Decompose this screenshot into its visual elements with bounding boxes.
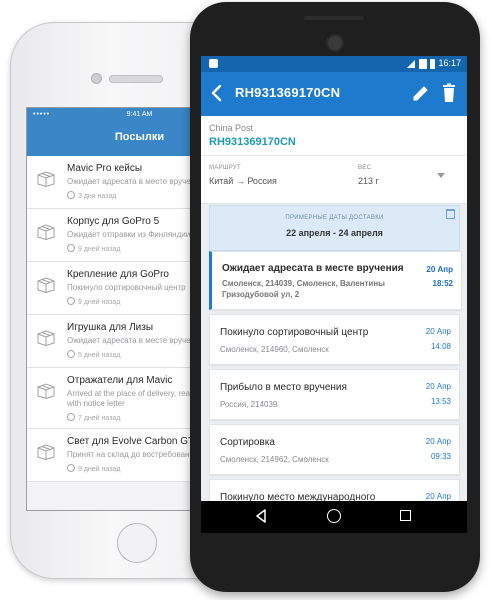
battery-icon bbox=[430, 59, 435, 69]
parcel-time-label: 9 дней назад bbox=[78, 246, 121, 253]
clock-icon bbox=[67, 464, 75, 472]
event-date: 20 Апр bbox=[426, 265, 453, 274]
parcel-info-card: China Post RH931369170CN МАРШРУТ Китай →… bbox=[201, 116, 467, 204]
package-icon bbox=[37, 383, 55, 399]
clock-icon bbox=[67, 191, 75, 199]
delete-icon[interactable] bbox=[441, 83, 457, 103]
weight-value: 213 г bbox=[358, 176, 379, 186]
parcel-time-label: 9 дней назад bbox=[78, 466, 121, 473]
route-label: МАРШРУТ bbox=[209, 165, 241, 171]
clock-icon bbox=[67, 244, 75, 252]
nav-recent-apps-icon[interactable] bbox=[400, 510, 411, 521]
event-title: Сортировка bbox=[220, 437, 275, 448]
weight-label: ВЕС bbox=[358, 165, 372, 171]
android-device: 16:17 RH931369170CN China Post RH9313691… bbox=[190, 2, 480, 592]
parcel-time: 9 дней назад bbox=[67, 297, 120, 306]
parcel-name: Отражатели для Mavic bbox=[67, 375, 173, 386]
home-button[interactable] bbox=[117, 523, 157, 563]
parcel-time: 9 дней назад bbox=[67, 244, 120, 253]
delivery-dates-card: ПРИМЕРНЫЕ ДАТЫ ДОСТАВКИ 22 апреля - 24 а… bbox=[209, 205, 460, 251]
delivery-dates-range: 22 апреля - 24 апреля bbox=[286, 228, 383, 238]
parcel-name: Крепление для GoPro bbox=[67, 269, 169, 280]
parcel-time-label: 9 дней назад bbox=[78, 299, 121, 306]
event-time: 18:52 bbox=[432, 279, 453, 288]
event-title: Покинуло место международного bbox=[220, 492, 376, 501]
package-icon bbox=[37, 277, 55, 293]
iphone-speaker bbox=[109, 75, 163, 83]
event-location: Смоленск, 214960, Смоленск bbox=[220, 345, 329, 354]
parcel-time-label: 7 дней назад bbox=[78, 415, 121, 422]
nav-home-icon[interactable] bbox=[327, 509, 341, 523]
event-time: 09:33 bbox=[430, 452, 451, 461]
package-icon bbox=[37, 330, 55, 346]
route-value: Китай → Россия bbox=[209, 176, 277, 186]
parcel-time: 9 дней назад bbox=[67, 464, 120, 473]
parcel-name: Mavic Pro кейсы bbox=[67, 163, 143, 174]
event-time: 13:53 bbox=[430, 397, 451, 406]
android-status-time: 16:17 bbox=[438, 58, 461, 68]
android-navigation-bar bbox=[201, 501, 467, 533]
expand-icon[interactable] bbox=[437, 173, 445, 178]
parcel-name: Игрушка для Лизы bbox=[67, 322, 154, 333]
event-title: Ожидает адресата в месте вручения bbox=[222, 263, 404, 274]
delivery-dates-label: ПРИМЕРНЫЕ ДАТЫ ДОСТАВКИ bbox=[285, 215, 384, 221]
event-location: Смоленск, 214962, Смоленск bbox=[220, 455, 329, 464]
event-time: 14:08 bbox=[430, 342, 451, 351]
android-camera bbox=[326, 34, 344, 52]
parcel-time: 3 дня назад bbox=[67, 191, 116, 200]
divider bbox=[201, 155, 467, 156]
signal-icon bbox=[407, 60, 415, 68]
tracking-event[interactable]: Сортировка Смоленск, 214962, Смоленск 20… bbox=[209, 424, 460, 475]
tracking-event[interactable]: Покинуло сортировочный центр Смоленск, 2… bbox=[209, 314, 460, 365]
back-arrow-icon[interactable] bbox=[207, 82, 227, 104]
parcel-time-label: 5 дней назад bbox=[78, 352, 121, 359]
notification-icon bbox=[209, 59, 218, 68]
event-location: Смоленск, 214039, Смоленск, Валентины Гр… bbox=[222, 279, 385, 299]
event-date: 20 Апр bbox=[425, 382, 451, 391]
clock-icon bbox=[67, 413, 75, 421]
android-speaker bbox=[304, 16, 364, 20]
event-title: Покинуло сортировочный центр bbox=[220, 327, 369, 338]
tracking-number[interactable]: RH931369170CN bbox=[209, 136, 296, 148]
tracking-event[interactable]: Ожидает адресата в месте вручения Смолен… bbox=[209, 251, 462, 310]
tracking-event[interactable]: Прибыло в место вручения Россия, 214039 … bbox=[209, 369, 460, 420]
sim-icon bbox=[419, 59, 427, 69]
tracking-event[interactable]: Покинуло место международного 20 Апр bbox=[209, 479, 460, 501]
event-date: 20 Апр bbox=[425, 492, 451, 501]
android-screen: 16:17 RH931369170CN China Post RH9313691… bbox=[201, 56, 467, 501]
package-icon bbox=[37, 444, 55, 460]
event-date: 20 Апр bbox=[425, 327, 451, 336]
android-status-bar: 16:17 bbox=[201, 56, 467, 72]
clock-icon bbox=[67, 350, 75, 358]
nav-back-icon[interactable] bbox=[255, 509, 267, 523]
edit-icon[interactable] bbox=[411, 83, 431, 103]
signal-icon: ••••• bbox=[33, 111, 51, 118]
tracking-number-title: RH931369170CN bbox=[235, 85, 341, 100]
package-icon bbox=[37, 224, 55, 240]
parcel-time: 7 дней назад bbox=[67, 413, 120, 422]
clock-icon bbox=[67, 297, 75, 305]
event-location: Россия, 214039 bbox=[220, 400, 278, 409]
iphone-camera bbox=[91, 73, 102, 84]
android-app-bar: RH931369170CN bbox=[201, 72, 467, 116]
ios-status-time: 9:41 AM bbox=[126, 111, 153, 118]
parcel-time: 5 дней назад bbox=[67, 350, 120, 359]
carrier-name: China Post bbox=[209, 123, 254, 133]
parcel-name: Корпус для GoPro 5 bbox=[67, 216, 160, 227]
event-title: Прибыло в место вручения bbox=[220, 382, 347, 393]
parcel-time-label: 3 дня назад bbox=[78, 193, 117, 200]
package-icon bbox=[37, 171, 55, 187]
parcel-name: Свет для Evolve Carbon GT bbox=[67, 436, 195, 447]
event-date: 20 Апр bbox=[425, 437, 451, 446]
